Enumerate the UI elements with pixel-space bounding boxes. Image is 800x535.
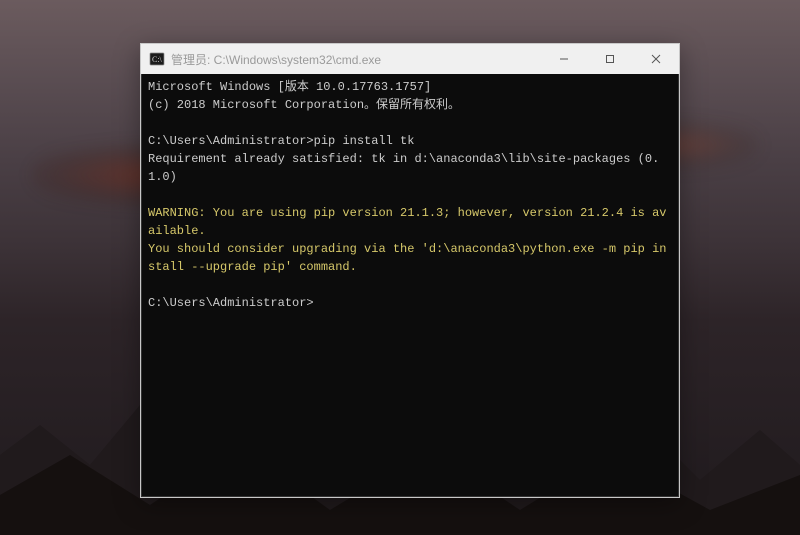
svg-text:C:\: C:\ — [152, 55, 163, 64]
warning-line: WARNING: You are using pip version 21.1.… — [148, 206, 666, 238]
prompt-path: C:\Users\Administrator> — [148, 296, 314, 310]
banner-line: (c) 2018 Microsoft Corporation。保留所有权利。 — [148, 98, 460, 112]
maximize-button[interactable] — [587, 44, 633, 74]
titlebar[interactable]: C:\ 管理员: C:\Windows\system32\cmd.exe — [141, 44, 679, 74]
banner-line: Microsoft Windows [版本 10.0.17763.1757] — [148, 80, 431, 94]
warning-line: You should consider upgrading via the 'd… — [148, 242, 666, 274]
prompt-path: C:\Users\Administrator> — [148, 134, 314, 148]
close-button[interactable] — [633, 44, 679, 74]
minimize-button[interactable] — [541, 44, 587, 74]
typed-command: pip install tk — [314, 134, 415, 148]
cmd-window: C:\ 管理员: C:\Windows\system32\cmd.exe Mic… — [140, 43, 680, 498]
cmd-app-icon: C:\ — [149, 51, 165, 67]
output-line: Requirement already satisfied: tk in d:\… — [148, 152, 659, 184]
window-title: 管理员: C:\Windows\system32\cmd.exe — [171, 51, 541, 68]
terminal-surface[interactable]: Microsoft Windows [版本 10.0.17763.1757] (… — [141, 74, 679, 497]
